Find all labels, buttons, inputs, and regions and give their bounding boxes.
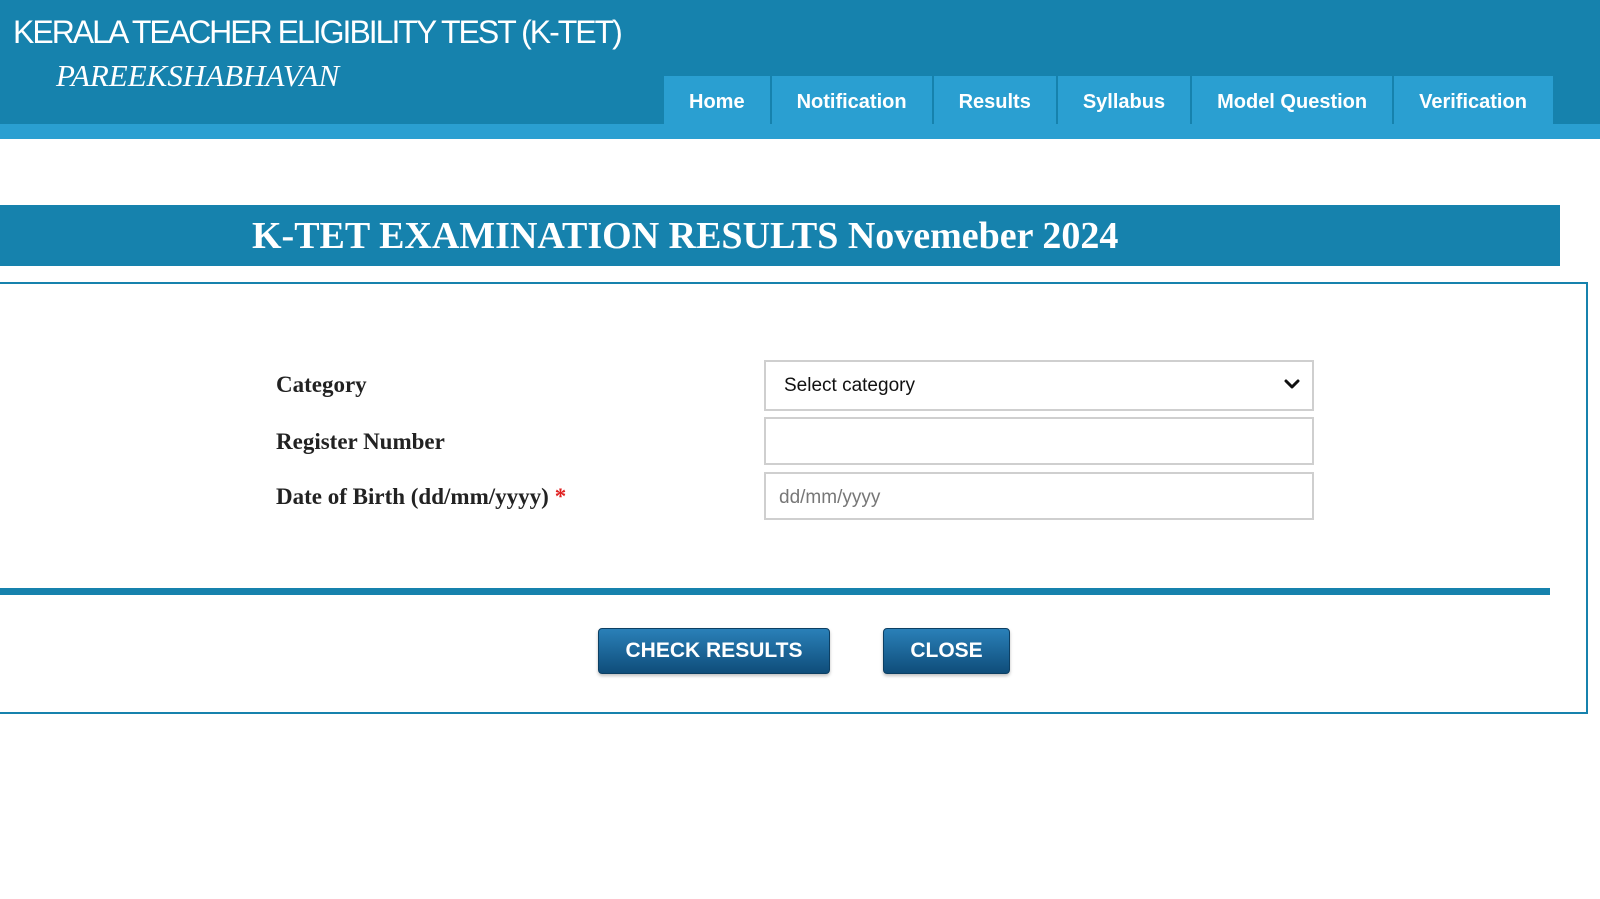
nav-item-verification[interactable]: Verification [1394,76,1553,124]
header-stripe [0,124,1600,139]
site-title: KERALA TEACHER ELIGIBILITY TEST (K-TET) [13,14,623,50]
page-title: K-TET EXAMINATION RESULTS Novemeber 2024 [252,215,1119,257]
dob-placeholder: dd/mm/yyyy [779,487,881,508]
check-results-button[interactable]: CHECK RESULTS [598,628,830,674]
dob-label-text: Date of Birth (dd/mm/yyyy) [276,484,549,509]
main-nav: Home Notification Results Syllabus Model… [664,76,1553,124]
form-divider [0,588,1550,595]
category-select[interactable]: Select category [764,360,1314,411]
chevron-down-icon [1284,379,1300,389]
close-button[interactable]: CLOSE [883,628,1010,674]
nav-item-syllabus[interactable]: Syllabus [1057,76,1193,124]
site-header: KERALA TEACHER ELIGIBILITY TEST (K-TET) … [0,0,1600,124]
register-number-label: Register Number [276,429,445,454]
nav-item-results[interactable]: Results [933,76,1058,124]
dob-label: Date of Birth (dd/mm/yyyy) * [276,484,566,510]
result-banner: K-TET EXAMINATION RESULTS Novemeber 2024 [0,205,1560,266]
nav-item-model-question[interactable]: Model Question [1192,76,1395,124]
category-select-value: Select category [784,375,915,396]
category-label: Category [276,372,367,397]
dob-input[interactable]: dd/mm/yyyy [764,472,1314,520]
nav-item-home[interactable]: Home [664,76,772,124]
site-subtitle: PAREEKSHABHAVAN [56,58,340,93]
required-marker: * [554,484,567,509]
register-number-input[interactable] [764,417,1314,465]
nav-item-notification[interactable]: Notification [771,76,934,124]
